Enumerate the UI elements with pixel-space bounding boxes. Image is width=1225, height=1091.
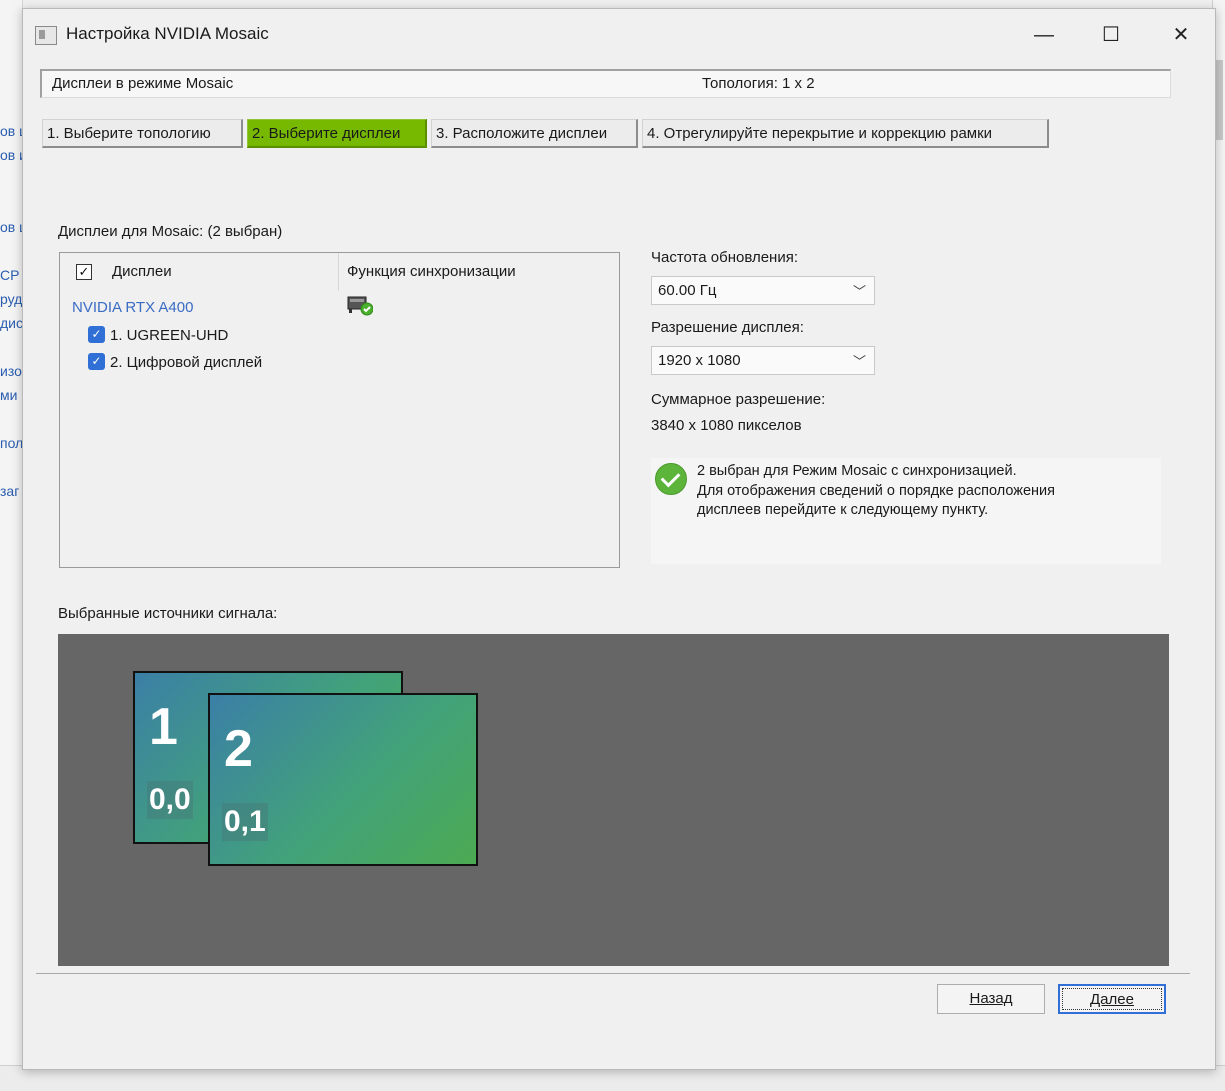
app-window-icon [35, 26, 57, 45]
displays-for-mosaic-label: Дисплеи для Mosaic: (2 выбран) [58, 223, 283, 240]
background-link: пол [0, 435, 24, 451]
select-all-checkbox[interactable]: ✓ [76, 264, 92, 280]
background-link: СР [0, 267, 20, 283]
resolution-label: Разрешение дисплея: [651, 319, 804, 336]
column-divider [338, 253, 339, 291]
footer-divider [36, 973, 1190, 974]
background-link: ми [0, 387, 18, 403]
mosaic-info-bar: Дисплеи в режиме Mosaic Топология: 1 x 2 [40, 69, 1171, 98]
background-link: руд [0, 291, 23, 307]
title-bar[interactable]: Настройка NVIDIA Mosaic — ☐ ✕ [23, 9, 1215, 61]
total-resolution-label: Суммарное разрешение: [651, 391, 826, 408]
minimize-button[interactable]: — [1021, 17, 1067, 53]
background-window-left: ов ц ов и ов ц СР руд дис изо ми пол заг [0, 0, 27, 1090]
column-header-sync: Функция синхронизации [347, 263, 516, 280]
display-2-label[interactable]: 2. Цифровой дисплей [110, 354, 262, 371]
next-button[interactable]: Далее [1058, 984, 1166, 1014]
message-line: 2 выбран для Режим Mosaic с синхронизаци… [697, 463, 1017, 479]
monitor-number: 1 [149, 698, 178, 756]
background-link: дис [0, 315, 23, 331]
background-scrollbar [1215, 60, 1223, 140]
refresh-rate-dropdown[interactable]: 60.00 Гц ﹀ [651, 276, 875, 305]
display-1-label[interactable]: 1. UGREEN-UHD [110, 327, 228, 344]
close-button[interactable]: ✕ [1158, 17, 1204, 53]
window-title: Настройка NVIDIA Mosaic [66, 24, 269, 43]
gpu-name: NVIDIA RTX A400 [72, 299, 194, 316]
sync-card-icon [347, 296, 373, 316]
resolution-value: 1920 x 1080 [658, 352, 741, 369]
mode-label: Дисплеи в режиме Mosaic [52, 75, 234, 92]
step-tab-select-topology[interactable]: 1. Выберите топологию [42, 119, 243, 148]
selected-sources-label: Выбранные источники сигнала: [58, 605, 278, 622]
monitor-2[interactable]: 2 0,1 [208, 693, 478, 866]
total-resolution-value: 3840 x 1080 пикселов [651, 417, 802, 434]
refresh-rate-label: Частота обновления: [651, 249, 798, 266]
background-link: изо [0, 363, 22, 379]
mosaic-setup-window: Настройка NVIDIA Mosaic — ☐ ✕ Дисплеи в … [22, 8, 1216, 1070]
chevron-down-icon: ﹀ [852, 284, 866, 299]
display-1-checkbox[interactable]: ✓ [88, 326, 105, 343]
background-link: заг [0, 483, 20, 499]
display-2-checkbox[interactable]: ✓ [88, 353, 105, 370]
topology-label: Топология: 1 x 2 [702, 75, 815, 92]
column-header-displays: Дисплеи [112, 263, 172, 280]
step-tab-adjust-overlap[interactable]: 4. Отрегулируйте перекрытие и коррекцию … [642, 119, 1049, 148]
chevron-down-icon: ﹀ [852, 354, 866, 369]
step-tab-select-displays[interactable]: 2. Выберите дисплеи [247, 119, 427, 148]
message-line: Для отображения сведений о порядке распо… [697, 483, 1055, 499]
success-check-icon [655, 463, 687, 495]
display-layout-preview: 1 0,0 2 0,1 [58, 634, 1169, 966]
resolution-dropdown[interactable]: 1920 x 1080 ﹀ [651, 346, 875, 375]
focus-rect [1062, 988, 1162, 1010]
monitor-coordinate: 0,1 [222, 803, 268, 841]
refresh-rate-value: 60.00 Гц [658, 282, 717, 299]
displays-list: ✓ Дисплеи Функция синхронизации NVIDIA R… [59, 252, 620, 568]
step-tab-arrange-displays[interactable]: 3. Расположите дисплеи [431, 119, 638, 148]
maximize-button[interactable]: ☐ [1088, 17, 1134, 53]
monitor-number: 2 [224, 720, 253, 778]
back-button[interactable]: Назад [937, 984, 1045, 1014]
monitor-coordinate: 0,0 [147, 781, 193, 819]
message-line: дисплеев перейдите к следующему пункту. [697, 502, 989, 518]
status-message: 2 выбран для Режим Mosaic с синхронизаци… [651, 458, 1161, 564]
